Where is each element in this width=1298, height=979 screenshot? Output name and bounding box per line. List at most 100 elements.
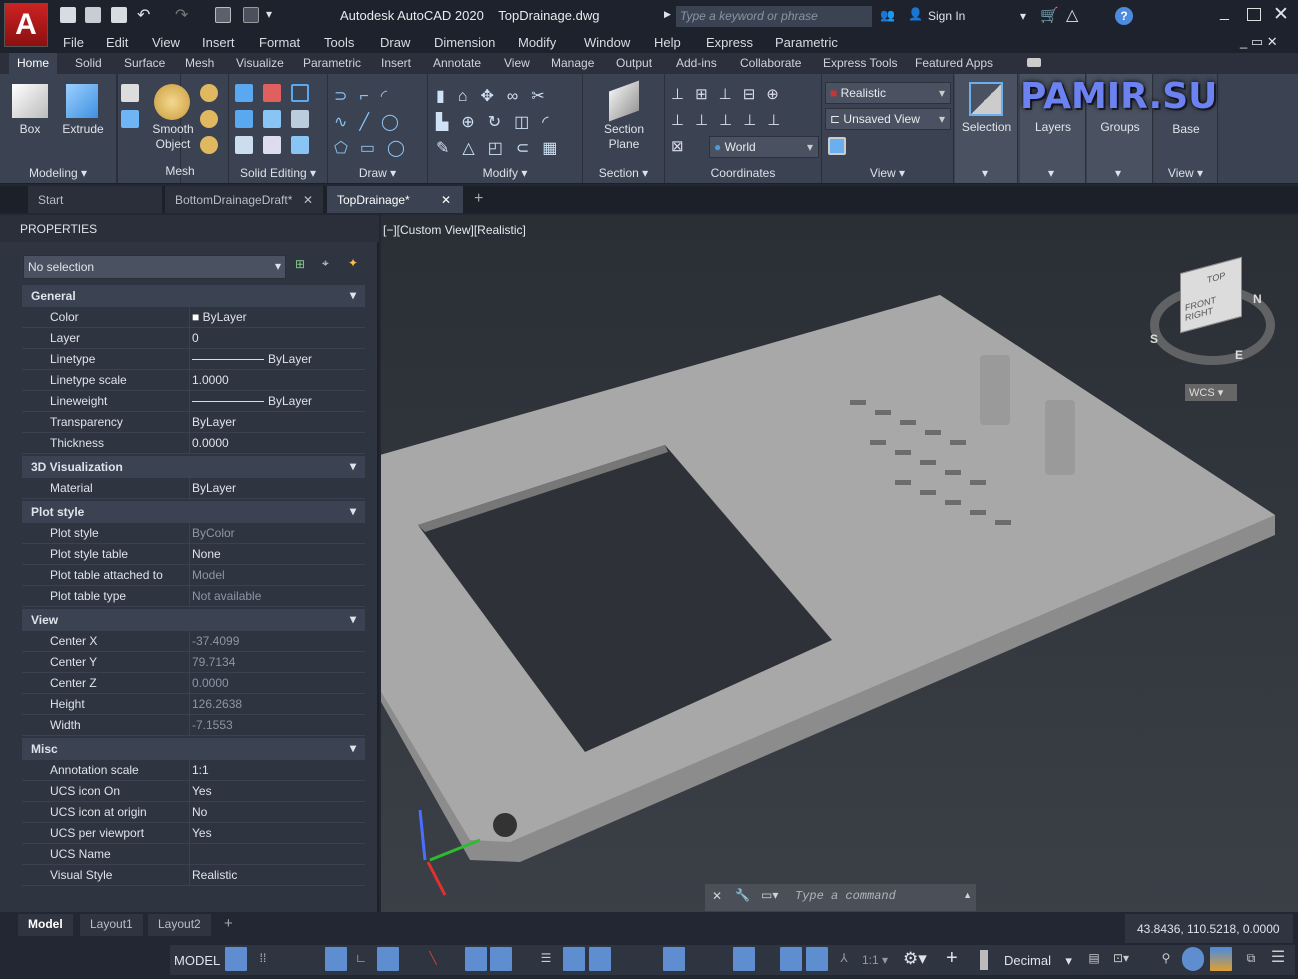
section-header-misc[interactable]: Misc — [22, 738, 365, 760]
property-value[interactable]: ByLayer — [190, 412, 365, 432]
plot-icon[interactable] — [215, 7, 231, 23]
close-tab-icon[interactable]: ✕ — [303, 193, 313, 207]
property-row[interactable]: Transparency ByLayer — [22, 412, 365, 433]
tab-solid[interactable]: Solid — [75, 56, 102, 70]
selection-button[interactable]: Selection ▾ — [955, 74, 1018, 183]
property-row[interactable]: Width -7.1553 — [22, 715, 365, 736]
draw-tools-icons[interactable]: ⊃⌐◜ ∿╱◯ ⬠▭◯ — [334, 84, 417, 162]
menu-express[interactable]: Express — [706, 35, 753, 50]
redo-icon[interactable]: ↷ — [175, 5, 188, 25]
viewport-controls-label[interactable]: [−][Custom View][Realistic] — [383, 223, 526, 237]
section-panel-label[interactable]: Section ▾ — [583, 166, 664, 180]
property-row[interactable]: Layer 0 — [22, 328, 365, 349]
property-row[interactable]: Plot table type Not available — [22, 586, 365, 607]
tab-home[interactable]: Home — [9, 53, 58, 74]
draw-panel-label[interactable]: Draw ▾ — [328, 166, 427, 180]
toggle-pickadd-icon[interactable]: ⊞ — [295, 257, 305, 271]
menu-insert[interactable]: Insert — [202, 35, 235, 50]
units-dropdown[interactable]: Decimal ▾ — [1004, 953, 1072, 969]
customize-qat-icon[interactable]: ▾ — [266, 7, 272, 21]
modify-tools-icons[interactable]: ▮⌂✥∞✂ ▙⊕↻◫◜ ✎△◰⊂▦ — [436, 84, 570, 162]
object-snap-tracking-icon[interactable] — [465, 947, 487, 971]
property-row[interactable]: Annotation scale 1:1 — [22, 760, 365, 781]
property-row[interactable]: UCS icon On Yes — [22, 781, 365, 802]
section-header-view[interactable]: View — [22, 609, 365, 631]
property-value[interactable]: No — [190, 802, 365, 822]
snap-icon[interactable]: ⁞⁞ — [252, 947, 274, 971]
layout-tab-model[interactable]: Model — [18, 914, 73, 936]
annotation-scale-dropdown[interactable]: 1:1 ▾ — [862, 953, 888, 967]
property-value[interactable]: None — [190, 544, 365, 564]
maximize-button[interactable] — [1247, 8, 1261, 21]
publish-icon[interactable] — [243, 7, 259, 23]
section-plane-icon[interactable] — [609, 80, 639, 122]
save-icon[interactable] — [111, 7, 127, 23]
base-button[interactable]: Base — [1154, 122, 1218, 137]
close-command-icon[interactable]: ✕ — [712, 889, 722, 903]
property-row[interactable]: Center Z 0.0000 — [22, 673, 365, 694]
menu-dimension[interactable]: Dimension — [434, 35, 495, 50]
tab-manage[interactable]: Manage — [551, 56, 594, 70]
open-icon[interactable] — [85, 7, 101, 23]
sign-in-button[interactable]: Sign In — [928, 9, 965, 23]
application-menu-button[interactable]: A — [4, 3, 48, 47]
customize-icon[interactable]: 🔧 — [735, 888, 750, 902]
selection-dropdown[interactable]: No selection ▾ — [23, 255, 286, 279]
property-row[interactable]: Material ByLayer — [22, 478, 365, 499]
property-row[interactable]: Color ■ ByLayer — [22, 307, 365, 328]
command-input[interactable]: Type a command — [795, 889, 955, 907]
section-header-plot-style[interactable]: Plot style — [22, 501, 365, 523]
property-row[interactable]: Center X -37.4099 — [22, 631, 365, 652]
property-value[interactable]: 0.0000 — [190, 433, 365, 453]
fullscreen-icon[interactable]: ⧉ — [1240, 947, 1262, 971]
file-tab-start[interactable]: Start — [28, 186, 162, 213]
property-row[interactable]: Height 126.2638 — [22, 694, 365, 715]
property-value[interactable]: 0 — [190, 328, 365, 348]
select-objects-icon[interactable]: ⌖ — [322, 256, 329, 271]
menu-file[interactable]: File — [63, 35, 84, 50]
clean-screen-icon[interactable] — [1210, 947, 1232, 971]
mesh-panel-label[interactable]: Mesh — [150, 164, 210, 178]
undo-icon[interactable]: ↶ — [137, 5, 150, 25]
tab-visualize[interactable]: Visualize — [236, 56, 284, 70]
selection-cycling-icon[interactable] — [589, 947, 611, 971]
property-row[interactable]: Lineweight ByLayer — [22, 391, 365, 412]
property-row[interactable]: Thickness 0.0000 — [22, 433, 365, 454]
box-button[interactable]: Box — [12, 122, 48, 137]
new-tab-button[interactable]: + — [474, 190, 483, 208]
add-layout-button[interactable]: + — [224, 915, 233, 932]
section-plane-button[interactable]: Section Plane — [593, 122, 655, 152]
tab-surface[interactable]: Surface — [124, 56, 165, 70]
quick-properties-icon[interactable]: ▤ — [1083, 947, 1105, 971]
wcs-menu[interactable]: WCS ▾ — [1185, 384, 1237, 401]
isodraft-icon[interactable]: ╲ — [422, 947, 444, 971]
compass-n[interactable]: N — [1253, 292, 1262, 306]
menu-tools[interactable]: Tools — [324, 35, 354, 50]
section-header-general[interactable]: General — [22, 285, 365, 307]
viewport-config-icon[interactable] — [828, 137, 846, 155]
doc-window-controls[interactable]: _ ▭ ✕ — [1240, 34, 1278, 50]
property-row[interactable]: Plot style ByColor — [22, 523, 365, 544]
polar-icon[interactable] — [377, 947, 399, 971]
union-icon[interactable] — [235, 84, 253, 102]
object-snap-icon[interactable] — [490, 947, 512, 971]
property-row[interactable]: Plot table attached to Model — [22, 565, 365, 586]
extrude-icon[interactable] — [66, 84, 98, 118]
tab-parametric[interactable]: Parametric — [303, 56, 361, 70]
customization-menu-icon[interactable]: ☰ — [1267, 947, 1289, 971]
property-value[interactable]: Yes — [190, 781, 365, 801]
layout-tab-layout1[interactable]: Layout1 — [80, 914, 143, 936]
tab-output[interactable]: Output — [616, 56, 652, 70]
tab-insert[interactable]: Insert — [381, 56, 411, 70]
mesh-crease-icon[interactable] — [200, 136, 218, 154]
file-tab-bottomdrainage[interactable]: BottomDrainageDraft* ✕ — [165, 186, 323, 213]
mesh-add-icon[interactable] — [200, 84, 218, 102]
property-row[interactable]: Linetype scale 1.0000 — [22, 370, 365, 391]
quick-select-icon[interactable]: ✦ — [348, 256, 358, 270]
solid-editing-panel-label[interactable]: Solid Editing ▾ — [229, 166, 327, 180]
help-icon[interactable]: ? — [1115, 7, 1133, 25]
command-history-icon[interactable]: ▲ — [963, 890, 972, 900]
intersect-icon[interactable] — [235, 110, 253, 128]
close-tab-icon[interactable]: ✕ — [441, 193, 451, 207]
property-value[interactable]: 1:1 — [190, 760, 365, 780]
